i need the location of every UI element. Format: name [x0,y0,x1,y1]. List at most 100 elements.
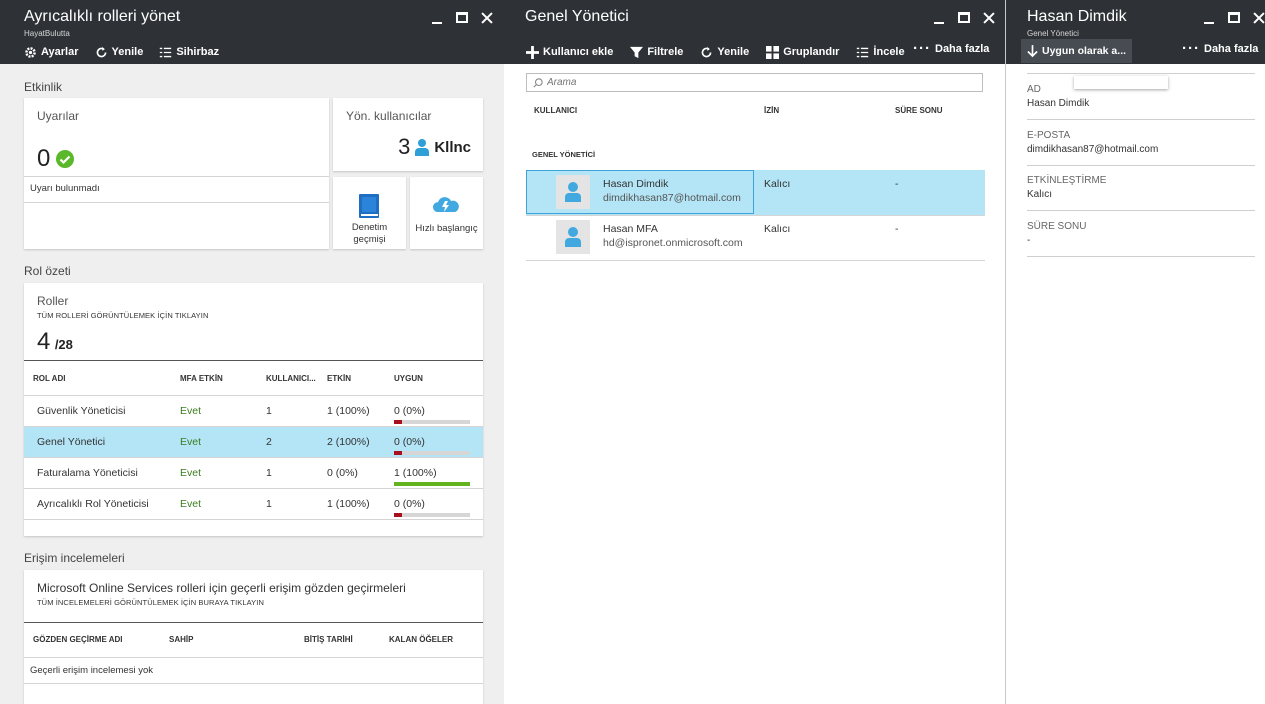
user-expiry: - [895,178,899,190]
user-row[interactable]: Hasan MFA hd@ispronet.onmicrosoft.com Kalı… [526,215,985,261]
minimize-icon[interactable] [932,11,946,25]
role-users: 1 [266,467,272,479]
refresh-icon [702,46,712,57]
blade-header: Ayrıcalıklı rolleri yönet HayatBulutta A… [0,0,504,64]
role-summary-section-label: Rol özeti [24,264,71,278]
avatar [556,220,590,254]
activity-section-label: Etkinlik [24,80,63,94]
col-users[interactable]: KULLANICI... [266,374,316,383]
role-mfa: Evet [180,467,202,479]
col-mfa-enabled[interactable]: MFA ETKİN [180,374,223,383]
close-icon[interactable] [1252,11,1265,25]
role-name: Güvenlik Yöneticisi [37,405,126,417]
add-user-button[interactable]: Kullanıcı ekle [526,45,613,59]
more-button[interactable]: ··· Daha fazla [1182,40,1258,57]
maximize-icon[interactable] [456,12,468,23]
access-reviews-tile[interactable]: Microsoft Online Services rolleri için g… [24,570,483,704]
admin-users-tile[interactable]: Yön. kullanıcılar 3 Kllnc [333,98,483,171]
blade-header: Hasan Dimdik Genel Yönetici Uygun olarak… [1006,0,1265,64]
roles-title: Roller [37,294,69,308]
review-label: İncele [873,46,905,58]
wizard-button[interactable]: Sihirbaz [159,46,219,59]
close-icon[interactable] [982,11,996,25]
quick-start-tile[interactable]: Hızlı başlangıç [410,177,483,249]
group-label: Gruplandır [783,46,840,58]
alerts-tile[interactable]: Uyarılar 0 Uyarı bulunmadı [24,98,329,249]
role-mfa: Evet [180,405,202,417]
user-avatar-icon [565,227,581,247]
search-icon [533,77,543,88]
col-end-date[interactable]: BİTİŞ TARİHİ [304,635,353,644]
wizard-list-icon [160,47,172,57]
role-row[interactable]: Ayrıcalıklı Rol Yöneticisi Evet 1 1 (100%) 0… [24,489,483,520]
review-button[interactable]: İncele [856,46,905,59]
role-row[interactable]: Güvenlik Yöneticisi Evet 1 1 (100%) 0 (0%) [24,396,483,427]
col-active[interactable]: ETKİN [327,374,351,383]
detail-field: ETKİNLEŞTİRME Kalıcı [1027,175,1255,211]
blade-title: Hasan Dimdik [1027,8,1127,25]
settings-button[interactable]: Ayarlar [24,46,79,59]
detail-field-value: - [1027,234,1031,246]
role-active: 1 (100%) [327,405,370,417]
role-users: 1 [266,498,272,510]
maximize-icon[interactable] [1228,12,1240,23]
role-row[interactable]: Faturalama Yöneticisi Evet 1 0 (0%) 1 (100%) [24,458,483,489]
refresh-button[interactable]: Yenile [700,46,749,59]
eligible-progress-bar [394,482,470,486]
col-expiry[interactable]: SÜRE SONU [895,106,943,115]
roles-tile[interactable]: Roller TÜM ROLLERİ GÖRÜNTÜLEMEK İÇİN TIK… [24,283,483,536]
user-email: hd@ispronet.onmicrosoft.com [603,237,743,249]
detail-field-label: SÜRE SONU [1027,220,1087,232]
more-button[interactable]: ··· Daha fazla [913,40,989,57]
search-box[interactable] [526,73,983,92]
user-row[interactable]: Hasan Dimdik dimdikhasan87@hotmail.com Kal… [526,170,985,216]
wizard-label: Sihirbaz [176,46,220,58]
col-remaining-items[interactable]: KALAN ÖĞELER [389,635,453,644]
detail-field-label: AD [1027,84,1041,95]
user-email: dimdikhasan87@hotmail.com [603,192,741,204]
role-row[interactable]: Genel Yönetici Evet 2 2 (100%) 0 (0%) [24,427,483,458]
make-eligible-button[interactable]: Uygun olarak a... [1021,39,1133,63]
maximize-icon[interactable] [958,12,970,23]
audit-history-tile[interactable]: Denetim geçmişi [333,177,406,249]
col-role-name[interactable]: ROL ADI [33,374,65,383]
more-dots-icon: ··· [913,40,931,57]
make-eligible-label: Uygun olarak a... [1042,45,1127,57]
filter-icon [630,46,644,58]
minimize-icon[interactable] [1202,11,1216,25]
col-owner[interactable]: SAHİP [169,635,193,644]
eligible-progress-bar [394,420,470,424]
blade-subtitle: Genel Yönetici [1027,29,1079,38]
admin-users-count: 3 [398,134,411,159]
role-mfa: Evet [180,436,202,448]
roles-count: 4 [37,328,51,355]
alerts-message: Uyarı bulunmadı [30,183,100,194]
search-input[interactable] [547,77,947,88]
group-label-global-admin: GENEL YÖNETİCİ [532,150,596,159]
detail-field-value: dimdikhasan87@hotmail.com [1027,143,1159,155]
roles-view-all-link[interactable]: TÜM ROLLERİ GÖRÜNTÜLEMEK İÇİN TIKLAYIN [37,311,208,320]
refresh-label: Yenile [717,46,750,58]
detail-field-value: Hasan Dimdik [1027,98,1090,109]
access-reviews-empty-message: Geçerli erişim incelemesi yok [30,665,154,676]
role-name: Ayrıcalıklı Rol Yöneticisi [37,498,149,510]
access-reviews-view-all-link[interactable]: TÜM İNCELEMELERİ GÖRÜNTÜLEMEK İÇİN BURAY… [37,598,264,607]
filter-button[interactable]: Filtrele [630,46,683,59]
alerts-count: 0 [37,145,51,172]
close-icon[interactable] [480,11,494,25]
detail-field: AD Hasan Dimdik [1027,84,1255,120]
col-review-name[interactable]: GÖZDEN GEÇİRME ADI [33,635,122,644]
col-user[interactable]: KULLANICI [534,106,577,115]
group-button[interactable]: Gruplandır [766,45,840,59]
col-permission[interactable]: İZİN [764,106,779,115]
role-active: 1 (100%) [327,498,370,510]
refresh-button[interactable]: Yenile [95,46,143,59]
admin-users-title: Yön. kullanıcılar [346,109,432,123]
minimize-icon[interactable] [430,11,444,25]
col-eligible[interactable]: UYGUN [394,374,423,383]
refresh-icon [96,46,106,57]
role-active: 2 (100%) [327,436,370,448]
role-users: 1 [266,405,272,417]
global-admin-blade: Genel Yönetici Kullanıcı ekle Filtrele Y… [504,0,1006,704]
detail-field: SÜRE SONU - [1027,221,1255,257]
